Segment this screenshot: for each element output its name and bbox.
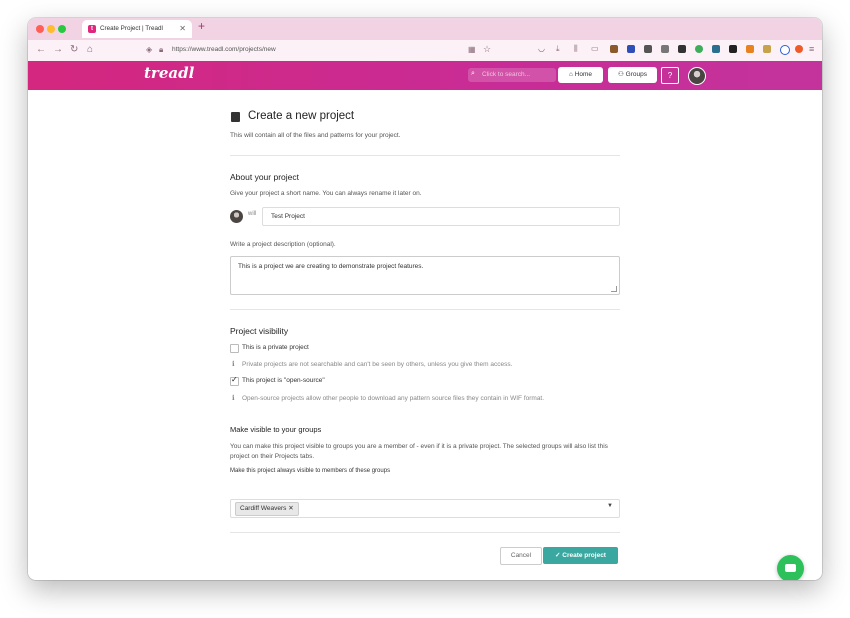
home-button[interactable]: ⌂ Home [558,67,603,83]
tab-close-icon[interactable]: ✕ [179,20,186,38]
extension-6-icon[interactable] [695,45,703,53]
browser-tab-title: Create Project | Treadl [100,25,163,32]
home-button-label: Home [574,71,593,78]
page-subtitle: This will contain all of the files and p… [230,132,401,139]
browser-tab[interactable]: t Create Project | Treadl ✕ [82,20,192,38]
page-title: Create a new project [248,110,355,122]
browser-toolbar: ← → ↻ ⌂ ◈ 🔒︎ https://www.treadl.com/proj… [28,40,822,62]
forward-icon[interactable]: → [53,44,63,55]
name-hint: Give your project a short name. You can … [230,190,422,197]
description-text: This is a project we are creating to dem… [238,263,424,270]
owner-avatar [230,210,243,223]
extension-4-icon[interactable] [661,45,669,53]
about-heading: About your project [230,172,299,182]
extension-7-icon[interactable] [712,45,720,53]
treadl-logo[interactable]: treadl [144,64,194,82]
divider [230,155,620,156]
groups-field-label: Make this project always visible to memb… [230,468,391,474]
extension-10-icon[interactable] [763,45,771,53]
groups-icon: ⚇ [618,71,626,78]
divider [230,309,620,310]
user-avatar[interactable] [688,67,706,85]
search-icon: ⌕ [471,70,475,77]
menu-icon[interactable]: ≡ [809,44,814,54]
book-icon [231,112,240,122]
groups-select[interactable]: Cardiff Weavers ✕ ▼ [230,499,620,518]
chat-icon [785,564,796,572]
group-tag-label: Cardiff Weavers [240,505,287,512]
private-info: Private projects are not searchable and … [242,361,513,368]
qr-code-icon[interactable]: ▦ [468,45,476,54]
check-icon: ✓ [231,375,238,384]
maximize-window-button[interactable] [58,25,66,33]
description-hint: Write a project description (optional). [230,241,336,248]
shield-icon[interactable]: ◈ [146,45,152,54]
new-tab-button[interactable]: + [198,19,205,33]
project-name-input[interactable]: Test Project [262,207,620,226]
open-source-label[interactable]: This project is "open-source" [242,377,325,384]
visibility-heading: Project visibility [230,326,289,336]
extension-3-icon[interactable] [644,45,652,53]
search-placeholder: Click to search... [482,71,531,78]
sidebar-icon[interactable]: ▭ [591,44,599,53]
open-source-checkbox[interactable]: ✓ [230,375,239,386]
chevron-down-icon[interactable]: ▼ [607,503,613,509]
close-window-button[interactable] [36,25,44,33]
chat-button[interactable] [777,555,804,580]
pocket-icon[interactable]: ◡ [538,44,545,53]
extension-12-icon[interactable] [795,45,803,53]
help-button[interactable]: ? [661,67,679,84]
reload-icon[interactable]: ↻ [70,44,78,55]
info-icon: ℹ [232,361,235,368]
divider [230,532,620,533]
groups-description: You can make this project visible to gro… [230,443,608,460]
private-label[interactable]: This is a private project [242,344,309,351]
extension-2-icon[interactable] [627,45,635,53]
extension-5-icon[interactable] [678,45,686,53]
info-icon: ℹ [232,395,235,402]
cancel-button[interactable]: Cancel [500,547,542,565]
groups-heading: Make visible to your groups [230,425,322,434]
back-icon[interactable]: ← [36,44,46,55]
extension-1-icon[interactable] [610,45,618,53]
lock-icon[interactable]: 🔒︎ [159,45,163,55]
create-project-button[interactable]: ✓ Create project [543,547,618,564]
minimize-window-button[interactable] [47,25,55,33]
groups-button[interactable]: ⚇ Groups [608,67,657,83]
url-text: https://www.treadl.com/projects/new [172,46,276,53]
library-icon[interactable]: ⫼ [574,44,578,54]
extension-9-icon[interactable] [746,45,754,53]
private-checkbox[interactable] [230,344,239,353]
resize-handle-icon[interactable] [611,286,617,292]
home-browser-icon[interactable]: ⌂ [87,44,93,55]
owner-name: will [248,211,257,217]
browser-tab-bar: t Create Project | Treadl ✕ + [28,18,822,40]
address-bar[interactable]: ◈ 🔒︎ https://www.treadl.com/projects/new… [136,42,498,58]
main-content: Create a new project This will contain a… [28,90,822,580]
create-project-label: Create project [562,552,606,559]
treadl-favicon-icon: t [88,25,96,33]
group-tag[interactable]: Cardiff Weavers ✕ [235,502,299,516]
groups-button-label: Groups [625,71,647,78]
downloads-icon[interactable]: ⤓ [556,44,560,54]
extension-11-icon[interactable] [780,45,790,55]
extension-8-icon[interactable] [729,45,737,53]
bookmark-star-icon[interactable]: ☆ [483,44,491,55]
app-header: treadl ⌕ Click to search... ⌂ Home ⚇ Gro… [28,61,822,90]
project-description-textarea[interactable]: This is a project we are creating to dem… [230,256,620,295]
search-input[interactable]: ⌕ Click to search... [468,68,556,82]
browser-window: t Create Project | Treadl ✕ + ← → ↻ ⌂ ◈ … [28,18,822,580]
open-source-info: Open-source projects allow other people … [242,395,545,402]
remove-tag-icon[interactable]: ✕ [288,505,293,512]
